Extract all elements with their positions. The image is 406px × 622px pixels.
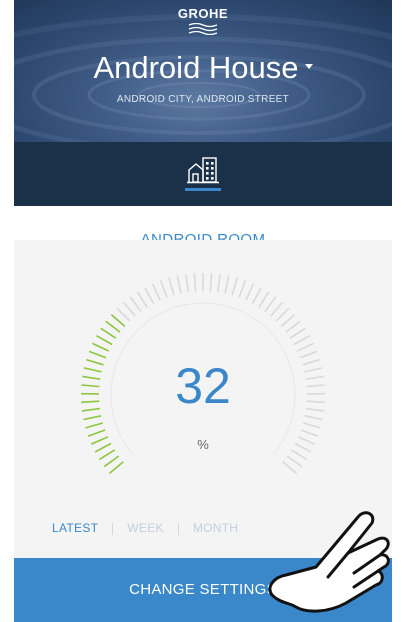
screenshot-frame: GROHE Android House ANDROID CITY, ANDROI… [0, 0, 406, 622]
gauge-tick-active [85, 422, 104, 429]
active-tab-indicator [185, 188, 221, 191]
gauge-tick-active [83, 415, 102, 421]
gauge-tick [264, 296, 277, 312]
gauge-tick-active [103, 455, 120, 468]
gauge-tick [293, 335, 310, 346]
gauge-tick-active [110, 313, 126, 328]
gauge-tick [304, 415, 323, 421]
gauge-tick [251, 287, 262, 304]
gauge-tick [151, 283, 161, 301]
gauge-tick [144, 287, 155, 304]
gauge-tick [209, 273, 213, 292]
gauge-tick [216, 274, 221, 293]
gauge-tick [193, 273, 197, 292]
gauge-tick [302, 422, 321, 429]
brand-waves-icon [188, 23, 218, 35]
gauge-tick [231, 277, 238, 296]
gauge-tick-active [108, 461, 124, 475]
gauge-tick-active [100, 327, 117, 339]
tab-latest[interactable]: LATEST [52, 521, 98, 535]
room-name[interactable]: ANDROID ROOM [14, 231, 392, 240]
tab-month[interactable]: MONTH [193, 521, 239, 535]
gauge-tick [282, 461, 298, 475]
location-header: GROHE Android House ANDROID CITY, ANDROI… [14, 0, 392, 142]
brand-logo: GROHE [177, 6, 229, 21]
dropdown-caret-icon [304, 64, 313, 70]
gauge-tick [185, 274, 190, 293]
room-tab-bar [14, 142, 392, 206]
gauge-tick [258, 291, 270, 308]
gauge-tick [280, 313, 296, 328]
tab-separator [177, 522, 179, 535]
gauge-tick [159, 280, 168, 298]
gauge-tick [129, 296, 142, 312]
gauge-tick [296, 342, 314, 352]
app-screen: GROHE Android House ANDROID CITY, ANDROI… [14, 0, 392, 622]
gauge-tick [116, 307, 131, 322]
gauge-tick [275, 307, 290, 322]
tab-separator [112, 522, 114, 535]
gauge-tick [299, 350, 318, 359]
gauge-tick [224, 275, 230, 294]
gauge-tick [176, 275, 182, 294]
gauge-tick [289, 327, 306, 339]
house-selector[interactable]: Android House [14, 50, 392, 86]
gauge-tick [270, 301, 284, 317]
building-icon[interactable] [187, 154, 219, 184]
gauge-tick [286, 455, 303, 468]
time-range-tabs: LATEST WEEK MONTH [52, 521, 238, 541]
house-name: Android House [93, 50, 299, 85]
gauge-tick-active [96, 335, 113, 346]
house-address: ANDROID CITY, ANDROID STREET [116, 94, 290, 105]
pointing-hand-icon [268, 511, 390, 613]
gauge-tick [285, 320, 301, 333]
gauge-unit: % [197, 437, 209, 452]
gauge-tick [245, 283, 255, 301]
gauge-tick [300, 429, 319, 437]
tab-week[interactable]: WEEK [127, 521, 164, 535]
gauge-tick [136, 291, 148, 308]
room-header: ANDROID ROOM [14, 206, 392, 240]
gauge-value: 32 [175, 358, 231, 414]
gauge-tick-active [87, 429, 106, 437]
gauge-tick [122, 301, 136, 317]
gauge-tick-active [105, 320, 121, 333]
gauge-tick-active [88, 350, 107, 359]
gauge-tick [238, 280, 247, 298]
gauge-tick-active [92, 342, 110, 352]
gauge-tick [168, 277, 175, 296]
